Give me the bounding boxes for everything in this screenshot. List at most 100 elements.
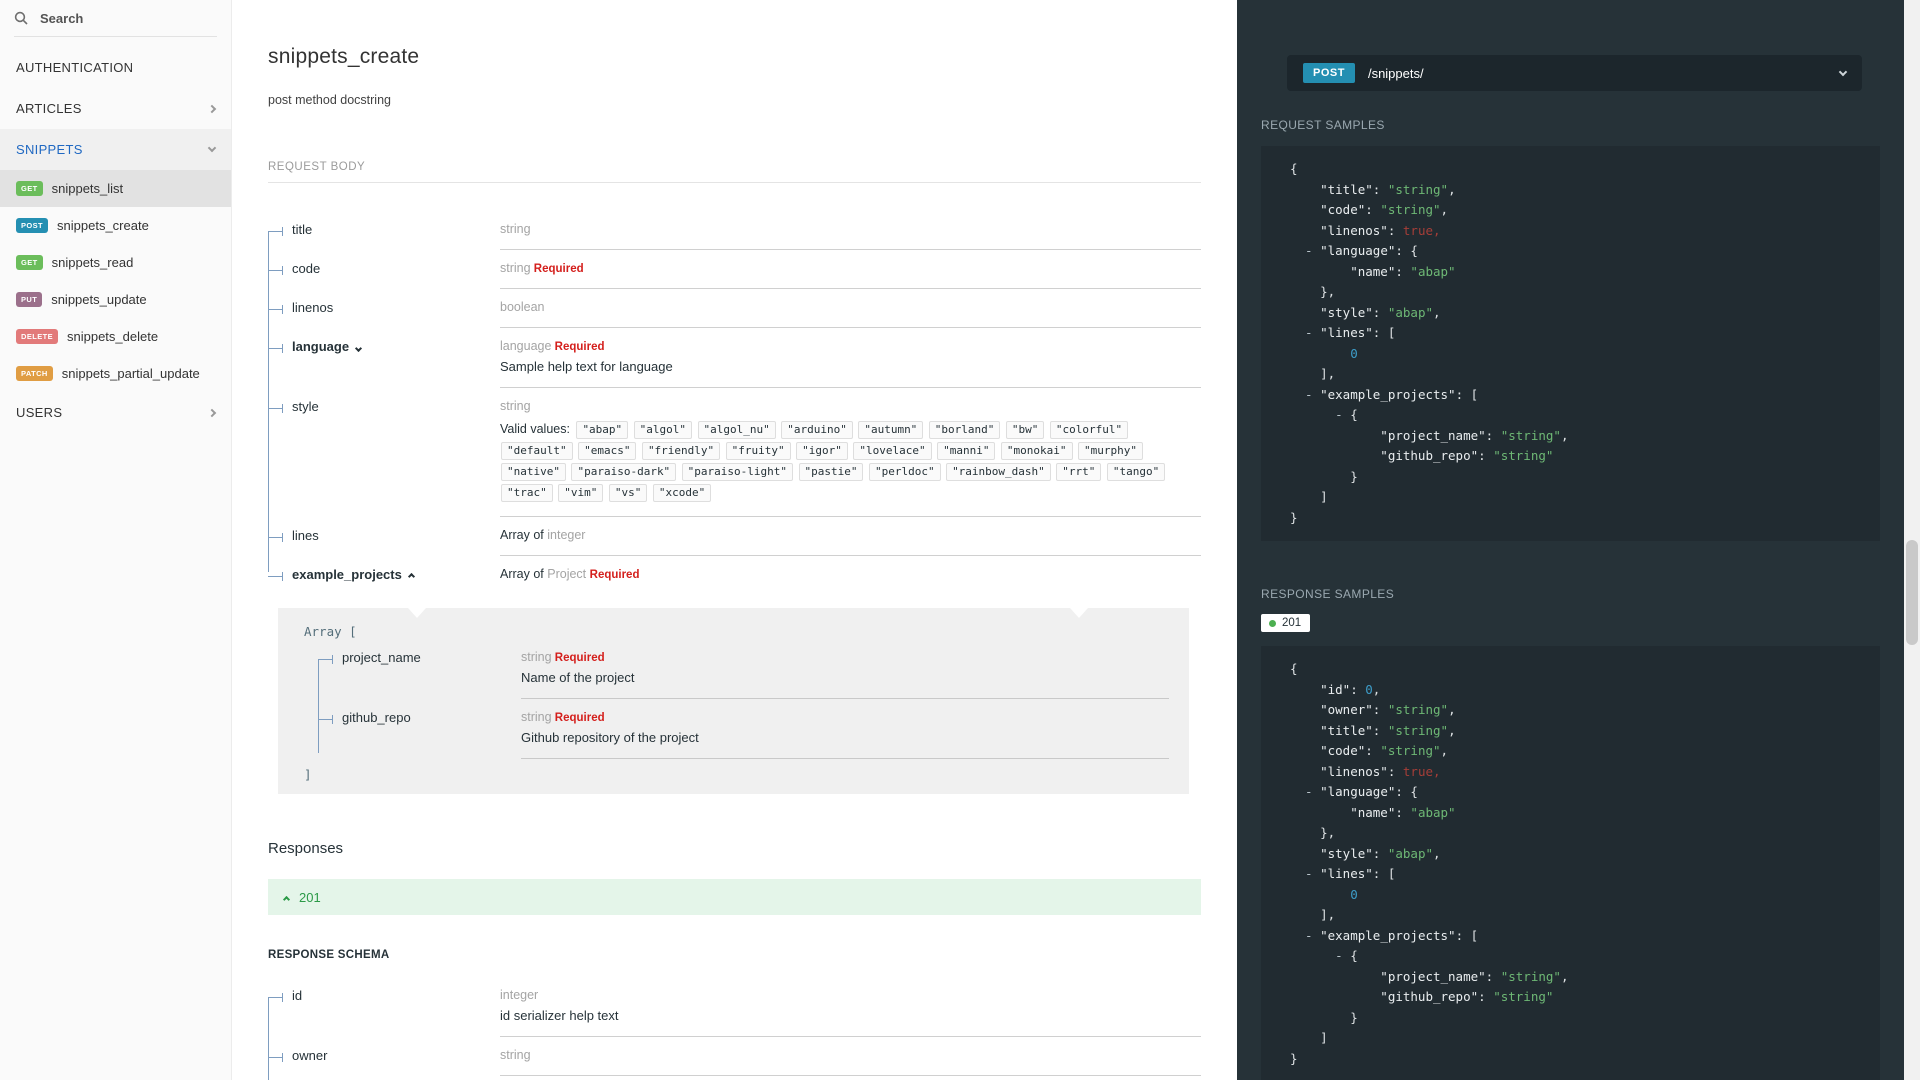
- field-row-title: titlestring: [268, 1076, 1201, 1080]
- method-badge-post: POST: [16, 218, 49, 233]
- divider: [14, 36, 217, 37]
- chevron-up-icon: [407, 572, 415, 581]
- field-help: Sample help text for language: [500, 359, 673, 374]
- field-type: string Required: [500, 261, 584, 275]
- response-schema-caption: RESPONSE SCHEMA: [268, 949, 390, 961]
- enum-value-chip: "murphy": [1078, 442, 1143, 460]
- method-badge-put: PUT: [16, 292, 43, 307]
- enum-value-chip: "bw": [1005, 421, 1045, 439]
- search-box[interactable]: [0, 0, 231, 36]
- tree-connector: [268, 399, 292, 417]
- response-sample-tab-201[interactable]: 201: [1261, 614, 1311, 632]
- tree-connector: [318, 650, 342, 668]
- response-sample-code: {"id": 0, "owner": "string", "title": "str…: [1261, 646, 1880, 1080]
- page-scrollbar[interactable]: [1904, 0, 1920, 1080]
- sidebar-item-snippets[interactable]: SNIPPETS: [0, 129, 231, 170]
- enum-value-chip: "vs": [608, 484, 648, 502]
- field-name[interactable]: example_projects: [292, 567, 415, 582]
- sidebar-item-snippets_update[interactable]: PUT snippets_update: [0, 281, 231, 318]
- field-name: owner: [292, 1048, 328, 1063]
- method-badge-patch: PATCH: [16, 366, 53, 381]
- enum-value-chip: "friendly": [641, 442, 721, 460]
- sidebar-item-snippets_create[interactable]: POST snippets_create: [0, 207, 231, 244]
- tree-connector: [318, 710, 342, 728]
- field-type: string Required: [521, 650, 605, 664]
- endpoint-selector[interactable]: POST /snippets/: [1287, 55, 1862, 91]
- sidebar-item-authentication[interactable]: AUTHENTICATION: [0, 47, 231, 88]
- field-row-lines: lines Array of integer: [268, 517, 1201, 556]
- field-help: Github repository of the project: [521, 730, 699, 745]
- responses-heading: Responses: [268, 840, 344, 857]
- enum-value-chip: "borland": [928, 421, 1001, 439]
- enum-value-chip: "manni": [937, 442, 996, 460]
- request-body-schema: title string code string Required linenos boo…: [268, 211, 1201, 594]
- sidebar: AUTHENTICATION ARTICLES SNIPPETS GET snip…: [0, 0, 232, 1080]
- field-type: boolean: [500, 300, 545, 314]
- panel-notch: [408, 608, 426, 618]
- field-type: language Required: [500, 339, 605, 353]
- field-row-language: language language Required Sample help tex…: [268, 328, 1201, 388]
- endpoint-path: /snippets/: [1367, 65, 1424, 81]
- tree-connector: [268, 1048, 292, 1066]
- valid-values: Valid values: "abap" "algol" "algol_nu" …: [500, 419, 1201, 503]
- field-type: integer: [500, 988, 539, 1002]
- field-name: title: [292, 222, 313, 237]
- enum-value-chip: "colorful": [1049, 421, 1129, 439]
- search-icon: [14, 11, 28, 25]
- operation-label: snippets_create: [57, 218, 149, 233]
- sidebar-operations: GET snippets_list POST snippets_create GET sn…: [0, 170, 231, 392]
- enum-value-chip: "vim": [558, 484, 604, 502]
- tree-connector: [268, 988, 292, 1006]
- enum-value-chip: "emacs": [578, 442, 637, 460]
- response-samples-label: RESPONSE SAMPLES: [1261, 587, 1395, 601]
- enum-value-chip: "perldoc": [868, 463, 941, 481]
- scrollbar-thumb[interactable]: [1906, 540, 1918, 645]
- sidebar-item-users[interactable]: USERS: [0, 392, 231, 433]
- operation-label: snippets_read: [51, 255, 134, 270]
- field-row-linenos: linenos boolean: [268, 289, 1201, 328]
- sidebar-item-snippets_partial_update[interactable]: PATCH snippets_partial_update: [0, 355, 231, 392]
- field-type: Array of Project Required: [500, 567, 640, 581]
- enum-value-chip: "algol_nu": [697, 421, 776, 439]
- enum-value-chip: "default": [501, 442, 573, 460]
- field-name[interactable]: language: [292, 339, 363, 354]
- field-row-code: code string Required: [268, 250, 1201, 289]
- enum-value-chip: "algol": [633, 421, 693, 439]
- sidebar-item-snippets_read[interactable]: GET snippets_read: [0, 244, 231, 281]
- field-row-title: titlestring: [268, 211, 1201, 250]
- field-name: lines: [292, 528, 319, 543]
- method-badge-get: GET: [16, 255, 43, 270]
- field-name: github_repo: [342, 710, 411, 725]
- search-input[interactable]: [38, 9, 188, 27]
- array-item-schema: project_name string Required Name of the p…: [318, 639, 1169, 759]
- sidebar-item-snippets_delete[interactable]: DELETE snippets_delete: [0, 318, 231, 355]
- main-content: snippets_create post method docstring RE…: [232, 0, 1237, 1080]
- enum-value-chip: "igor": [796, 442, 848, 460]
- tree-connector: [268, 222, 292, 240]
- tree-trunk: [318, 659, 319, 753]
- array-open-token: Array [: [304, 624, 357, 639]
- enum-value-chip: "rrt": [1056, 463, 1102, 481]
- field-row-style: style string Valid values: "abap" "algol" …: [268, 388, 1201, 517]
- enum-value-chip: "trac": [501, 484, 553, 502]
- tree-connector: [268, 300, 292, 318]
- enum-value-chip: "arduino": [781, 421, 853, 439]
- sidebar-item-snippets_list[interactable]: GET snippets_list: [0, 170, 231, 207]
- chevron-down-icon: [1838, 67, 1848, 76]
- field-name: style: [292, 399, 319, 414]
- field-help: Name of the project: [521, 670, 635, 685]
- response-201-bar[interactable]: 201: [268, 879, 1201, 915]
- field-row-project_name: project_name string Required Name of the p…: [318, 639, 1169, 699]
- enum-value-chip: "paraiso-light": [681, 463, 794, 481]
- tree-connector: [268, 567, 292, 585]
- samples-panel: POST /snippets/ REQUEST SAMPLES {"title"…: [1237, 0, 1904, 1080]
- enum-value-chip: "fruity": [725, 442, 791, 460]
- chevron-down-icon: [207, 143, 217, 153]
- field-name: project_name: [342, 650, 421, 665]
- enum-value-chip: "monokai": [1000, 442, 1073, 460]
- chevron-up-icon: [282, 895, 291, 903]
- sidebar-item-articles[interactable]: ARTICLES: [0, 88, 231, 129]
- response-schema: id integer id serializer help text owner str…: [268, 977, 1201, 1080]
- field-name: id: [292, 988, 303, 1003]
- operation-description: post method docstring: [268, 93, 391, 107]
